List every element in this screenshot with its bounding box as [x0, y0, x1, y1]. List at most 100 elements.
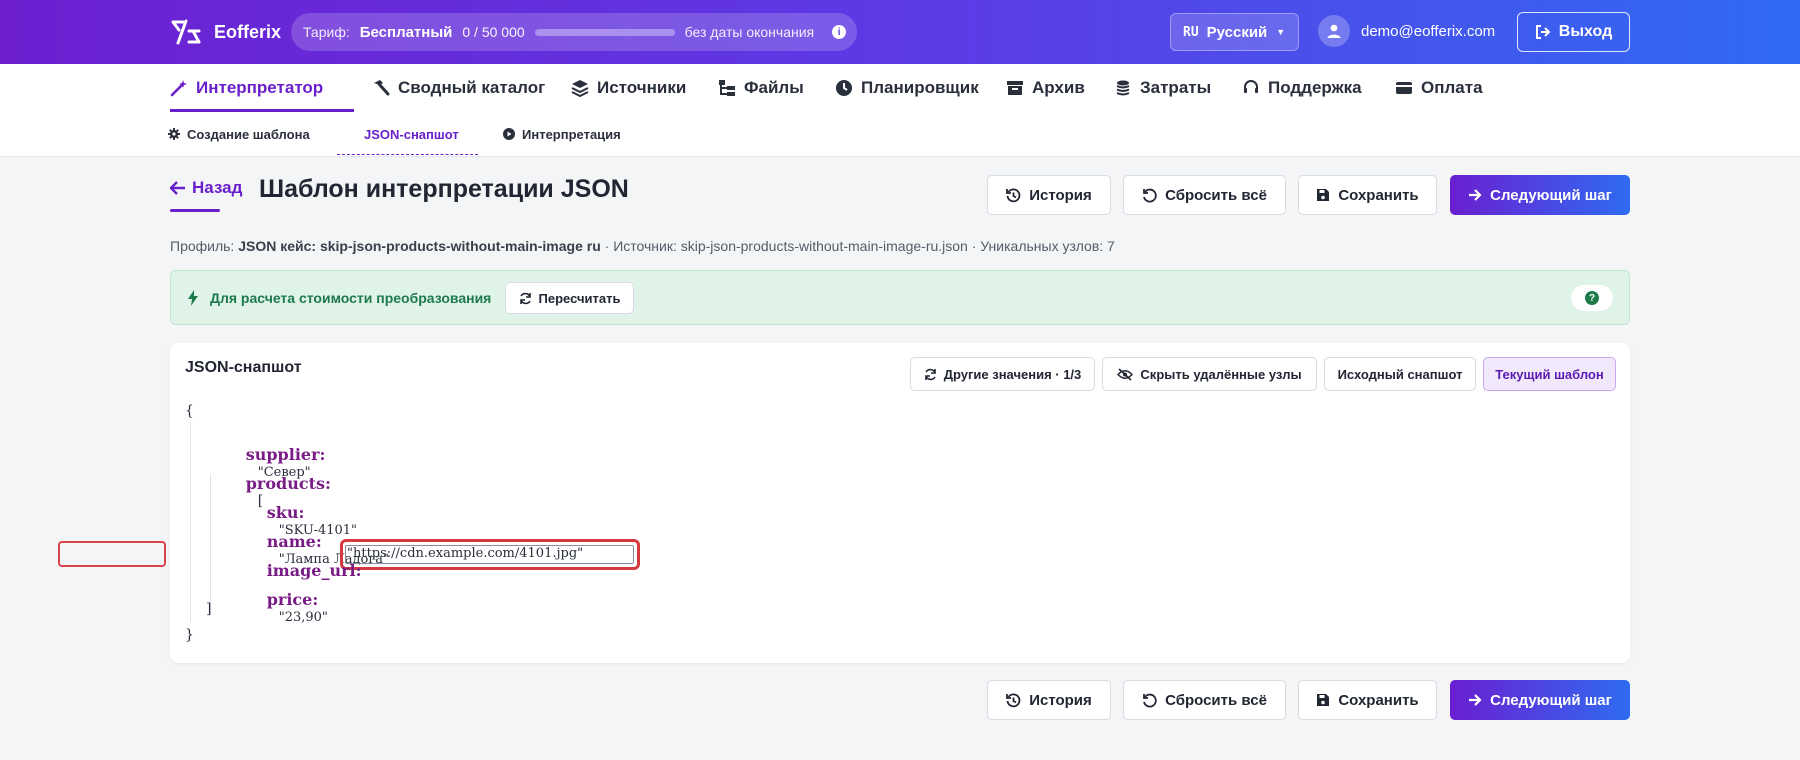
source-info: · Источник: skip-json-products-without-m…	[604, 238, 1115, 254]
nav-label: Поддержка	[1268, 78, 1362, 97]
tariff-usage: 0 / 50 000	[462, 24, 525, 40]
eye-slash-icon	[1117, 367, 1134, 381]
logout-label: Выход	[1558, 23, 1613, 40]
tree-guide	[190, 422, 191, 622]
source-snapshot-button[interactable]: Исходный снапшот	[1324, 357, 1476, 391]
info-icon[interactable]: i	[832, 25, 847, 39]
recalculate-button[interactable]: Пересчитать	[505, 282, 634, 314]
clock-icon	[835, 79, 853, 97]
next-label: Следующий шаг	[1490, 186, 1612, 204]
tab-json-snapshot[interactable]: JSON-снапшот	[364, 112, 459, 156]
history-button[interactable]: История	[987, 175, 1111, 215]
nav-item-billing[interactable]: Оплата	[1395, 64, 1483, 112]
cost-banner: Для расчета стоимости преобразования Пер…	[170, 270, 1630, 325]
sub-nav: Создание шаблона JSON-снапшот Интерпрета…	[0, 112, 1800, 157]
tab-label: JSON-снапшот	[364, 126, 459, 142]
recalculate-label: Пересчитать	[538, 290, 621, 306]
arrow-left-icon	[170, 181, 185, 195]
other-values-button[interactable]: Другие значения · 1/3	[910, 357, 1095, 391]
source-snapshot-label: Исходный снапшот	[1337, 366, 1463, 382]
nav-label: Архив	[1032, 78, 1085, 97]
play-circle-icon	[503, 128, 515, 140]
nav-item-catalog[interactable]: Сводный каталог	[372, 64, 545, 112]
main-nav: Интерпретатор Сводный каталог Источники …	[0, 64, 1800, 112]
user-menu[interactable]: demo@eofferix.com	[1318, 15, 1495, 47]
language-select[interactable]: RU Русский ▼	[1170, 13, 1299, 51]
next-label: Следующий шаг	[1490, 691, 1612, 709]
hide-deleted-button[interactable]: Скрыть удалённые узлы	[1102, 357, 1317, 391]
save-label: Сохранить	[1338, 186, 1419, 204]
tab-create-template[interactable]: Создание шаблона	[168, 112, 310, 156]
next-step-button-bottom[interactable]: Следующий шаг	[1450, 680, 1630, 720]
hide-deleted-label: Скрыть удалённые узлы	[1140, 366, 1302, 382]
next-step-button[interactable]: Следующий шаг	[1450, 175, 1630, 215]
nav-label: Сводный каталог	[398, 78, 546, 97]
history-button-bottom[interactable]: История	[987, 680, 1111, 720]
headset-icon	[1242, 79, 1260, 97]
tariff-progress	[534, 28, 675, 36]
nav-label: Планировщик	[861, 78, 979, 97]
reset-label: Сбросить всё	[1165, 186, 1267, 204]
refresh-icon	[519, 292, 532, 305]
tariff-bar: Тариф: Бесплатный 0 / 50 000 без даты ок…	[291, 13, 857, 51]
folder-tree-icon	[718, 79, 736, 97]
user-email: demo@eofferix.com	[1361, 22, 1496, 40]
tab-label: Интерпретация	[522, 126, 621, 142]
back-underline	[170, 209, 220, 212]
save-label: Сохранить	[1338, 691, 1419, 709]
save-button[interactable]: Сохранить	[1298, 175, 1437, 215]
back-link[interactable]: Назад	[170, 178, 242, 198]
brand-name: Eofferix	[214, 21, 282, 42]
gear-icon	[168, 128, 180, 140]
layers-icon	[571, 79, 589, 97]
wand-icon	[170, 79, 188, 97]
tab-interpretation[interactable]: Интерпретация	[503, 112, 621, 156]
reset-button-bottom[interactable]: Сбросить всё	[1123, 680, 1286, 720]
nav-label: Файлы	[744, 78, 804, 97]
reset-button[interactable]: Сбросить всё	[1123, 175, 1286, 215]
tree-guide	[210, 474, 211, 614]
logout-icon	[1535, 25, 1551, 39]
logo-icon	[171, 19, 201, 45]
json-brace-open: {	[185, 403, 194, 419]
current-template-button[interactable]: Текущий шаблон	[1483, 357, 1616, 391]
nav-item-interpreter[interactable]: Интерпретатор	[170, 64, 323, 112]
user-icon	[1318, 15, 1350, 47]
help-button[interactable]: ?	[1571, 285, 1613, 311]
page-title: Шаблон интерпретации JSON	[259, 175, 629, 203]
snapshot-card: JSON-снапшот Другие значения · 1/3 Скрыт…	[170, 343, 1630, 663]
save-button-bottom[interactable]: Сохранить	[1298, 680, 1437, 720]
undo-icon	[1142, 693, 1157, 708]
tariff-expiry: без даты окончания	[684, 24, 815, 40]
nav-item-archive[interactable]: Архив	[1006, 64, 1085, 112]
banner-text: Для расчета стоимости преобразования	[210, 290, 492, 306]
highlight-key-frame	[58, 541, 166, 567]
arrow-right-icon	[1468, 189, 1482, 201]
logout-button[interactable]: Выход	[1517, 12, 1630, 52]
question-icon: ?	[1585, 291, 1599, 305]
nav-item-scheduler[interactable]: Планировщик	[835, 64, 979, 112]
json-node-price[interactable]: price: "23,90"	[233, 574, 328, 641]
other-values-label: Другие значения · 1/3	[943, 366, 1082, 382]
card-title: JSON-снапшот	[185, 359, 302, 376]
json-value-image-url[interactable]: "https://cdn.example.com/4101.jpg"	[347, 546, 583, 561]
profile-label: Профиль:	[170, 238, 235, 254]
subnav-active-indicator	[337, 154, 478, 155]
nav-item-support[interactable]: Поддержка	[1242, 64, 1362, 112]
nav-item-sources[interactable]: Источники	[571, 64, 686, 112]
tariff-plan: Бесплатный	[359, 23, 453, 41]
nav-item-costs[interactable]: Затраты	[1114, 64, 1211, 112]
back-label: Назад	[192, 178, 243, 197]
arrow-right-icon	[1468, 694, 1482, 706]
credit-card-icon	[1395, 79, 1413, 97]
brand[interactable]: Eofferix	[170, 18, 281, 46]
archive-icon	[1006, 79, 1024, 97]
nav-label: Затраты	[1140, 78, 1212, 97]
floppy-icon	[1316, 693, 1330, 707]
reset-label: Сбросить всё	[1165, 691, 1267, 709]
coins-icon	[1114, 79, 1132, 97]
nav-label: Источники	[597, 78, 687, 97]
nav-item-files[interactable]: Файлы	[718, 64, 804, 112]
chevron-down-icon: ▼	[1276, 27, 1286, 37]
top-header: Eofferix Тариф: Бесплатный 0 / 50 000 бе…	[0, 0, 1800, 64]
